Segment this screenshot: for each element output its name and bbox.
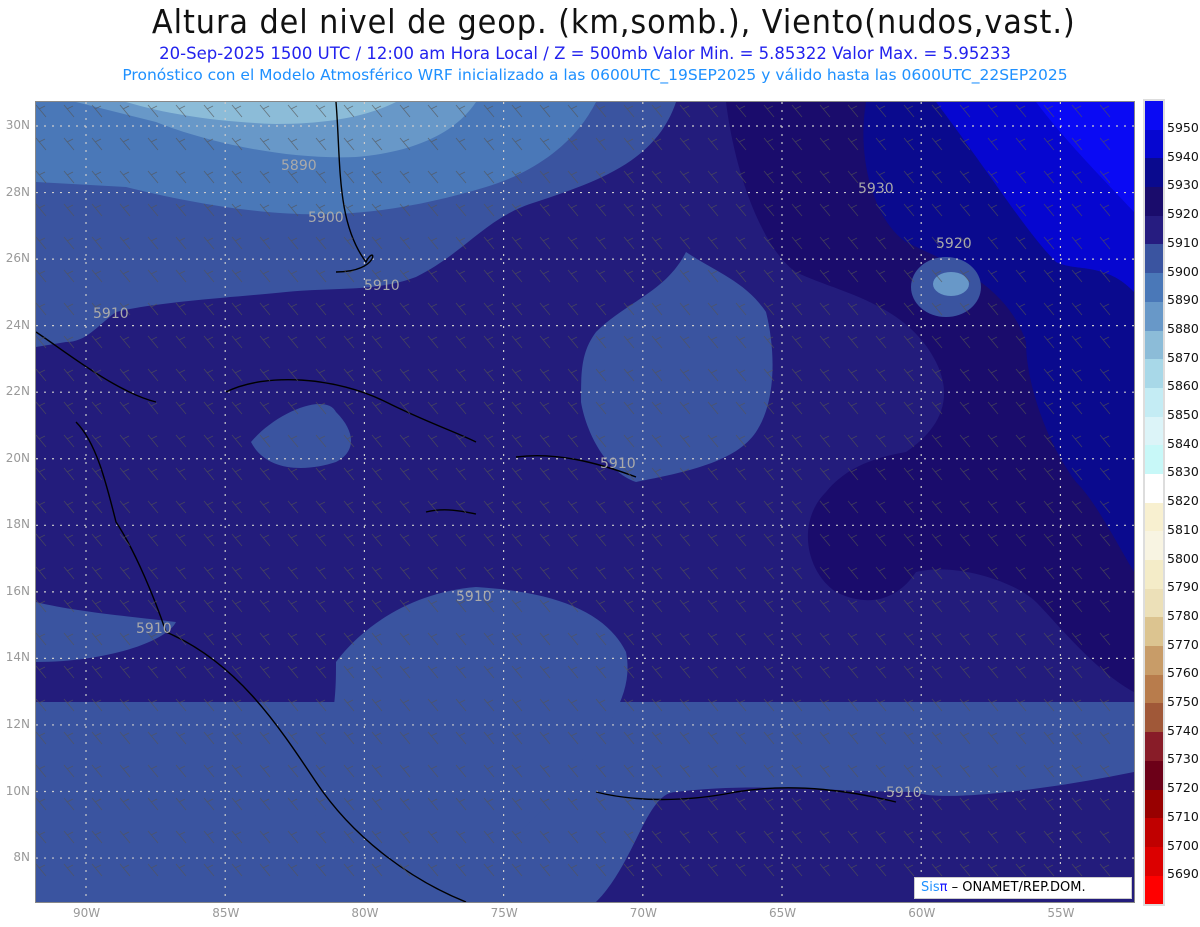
contour-label: 5910: [886, 785, 922, 801]
lon-tick-label: 60W: [908, 906, 936, 920]
colorbar-swatch: [1145, 588, 1163, 618]
colorbar-swatch: [1145, 445, 1163, 474]
lon-tick-label: 55W: [1047, 906, 1075, 920]
lat-tick-label: 20N: [5, 450, 30, 465]
colorbar-swatch: [1145, 646, 1163, 675]
lat-tick-label: 26N: [5, 251, 30, 266]
colorbar-swatch: [1145, 875, 1163, 905]
lat-tick-label: 22N: [5, 384, 30, 399]
contour-label: 5930: [858, 181, 894, 197]
colorbar-label: 5730: [1167, 751, 1199, 767]
figure-subtitle-model: Pronóstico con el Modelo Atmosférico WRF…: [122, 66, 1068, 84]
colorbar-label: 5950: [1167, 120, 1199, 135]
lat-tick-label: 8N: [13, 850, 30, 865]
colorbar-swatch: [1145, 158, 1163, 188]
lon-tick-label: 90W: [73, 906, 101, 920]
colorbar-label: 5790: [1167, 579, 1199, 595]
colorbar-swatch: [1145, 301, 1163, 331]
colorbar-swatch: [1145, 416, 1163, 446]
colorbar-label: 5740: [1167, 722, 1199, 738]
colorbar-label: 5780: [1167, 607, 1199, 623]
colorbar-label: 5720: [1167, 780, 1199, 796]
colorbar-swatch: [1145, 244, 1163, 274]
pi-logo-glyph: π: [939, 880, 948, 895]
colorbar-swatch: [1145, 846, 1163, 876]
colorbar-label: 5940: [1167, 148, 1199, 164]
colorbar-label: 5710: [1167, 808, 1199, 824]
colorbar-swatch: [1145, 215, 1163, 245]
figure-title: Altura del nivel de geop. (km,somb.), Vi…: [151, 2, 1076, 41]
lon-tick-label: 85W: [212, 906, 240, 920]
colorbar-swatch: [1145, 732, 1163, 761]
colorbar-swatch: [1145, 818, 1163, 847]
colorbar-label: 5840: [1167, 435, 1199, 451]
colorbar-label: 5900: [1167, 263, 1199, 279]
colorbar-label: 5910: [1167, 234, 1199, 250]
colorbar-label: 5870: [1167, 349, 1199, 365]
colorbar-label: 5690: [1167, 866, 1199, 882]
credit-box: Sisπ – ONAMET/REP.DOM.: [914, 877, 1132, 899]
colorbar-label: 5820: [1167, 493, 1199, 509]
colorbar-label: 5700: [1167, 837, 1199, 853]
colorbar-swatch: [1145, 473, 1163, 503]
lon-tick-label: 70W: [629, 906, 657, 920]
colorbar-label: 5760: [1167, 665, 1199, 681]
lon-tick-label: 80W: [351, 906, 379, 920]
sispi-logo: Sis: [921, 880, 940, 895]
colorbar-label: 5800: [1167, 550, 1199, 566]
colorbar-swatch: [1145, 187, 1163, 216]
contour-region-5890-east-blob: [933, 272, 969, 296]
colorbar-label: 5890: [1167, 292, 1199, 308]
lat-tick-label: 16N: [5, 583, 30, 598]
lon-tick-label: 75W: [490, 906, 518, 920]
weather-map-figure: Altura del nivel de geop. (km,somb.), Vi…: [0, 0, 1200, 927]
colorbar-label: 5850: [1167, 407, 1199, 422]
colorbar-swatch: [1145, 101, 1163, 130]
colorbar-label: 5810: [1167, 521, 1199, 537]
contour-label: 5910: [136, 621, 172, 637]
figure-subtitle-time: 20-Sep-2025 1500 UTC / 12:00 am Hora Loc…: [159, 44, 1011, 63]
colorbar-swatch: [1145, 502, 1163, 532]
contour-label: 5910: [600, 456, 636, 472]
colorbar-swatch: [1145, 560, 1163, 589]
colorbar-label: 5920: [1167, 206, 1199, 222]
colorbar-label: 5770: [1167, 636, 1199, 652]
colorbar-label: 5750: [1167, 694, 1199, 709]
lat-tick-label: 30N: [5, 118, 30, 132]
lat-tick-label: 12N: [5, 716, 30, 731]
contour-label: 5890: [281, 158, 317, 174]
colorbar-swatch: [1145, 703, 1163, 733]
colorbar-swatch: [1145, 359, 1163, 388]
colorbar-swatch: [1145, 330, 1163, 360]
colorbar-label: 5880: [1167, 320, 1199, 336]
colorbar-swatch: [1145, 387, 1163, 417]
lat-tick-label: 28N: [5, 184, 30, 199]
colorbar-swatch: [1145, 617, 1163, 647]
colorbar-swatch: [1145, 273, 1163, 302]
lat-tick-label: 14N: [5, 650, 30, 665]
geopotential-map: 5890 5900 5910 5910 5910 5910 5910 5910 …: [35, 101, 1135, 903]
colorbar-swatch: [1145, 789, 1163, 819]
credit-text: – ONAMET/REP.DOM.: [951, 880, 1086, 895]
contour-label: 5900: [308, 210, 344, 226]
lon-tick-label: 65W: [769, 906, 797, 920]
colorbar-label: 5830: [1167, 464, 1199, 480]
contour-label: 5920: [936, 236, 972, 252]
colorbar-swatch: [1145, 674, 1163, 704]
colorbar-swatch: [1145, 760, 1163, 790]
colorbar-swatch: [1145, 531, 1163, 560]
colorbar-label: 5930: [1167, 177, 1199, 193]
lat-tick-label: 24N: [5, 317, 30, 332]
colorbar-swatch: [1145, 129, 1163, 159]
lat-tick-label: 18N: [5, 517, 30, 532]
contour-label: 5910: [456, 589, 492, 605]
lat-tick-label: 10N: [5, 783, 30, 798]
colorbar-label: 5860: [1167, 378, 1199, 394]
contour-label: 5910: [93, 306, 129, 322]
colorbar: [1143, 99, 1165, 907]
contour-label: 5910: [364, 278, 400, 294]
